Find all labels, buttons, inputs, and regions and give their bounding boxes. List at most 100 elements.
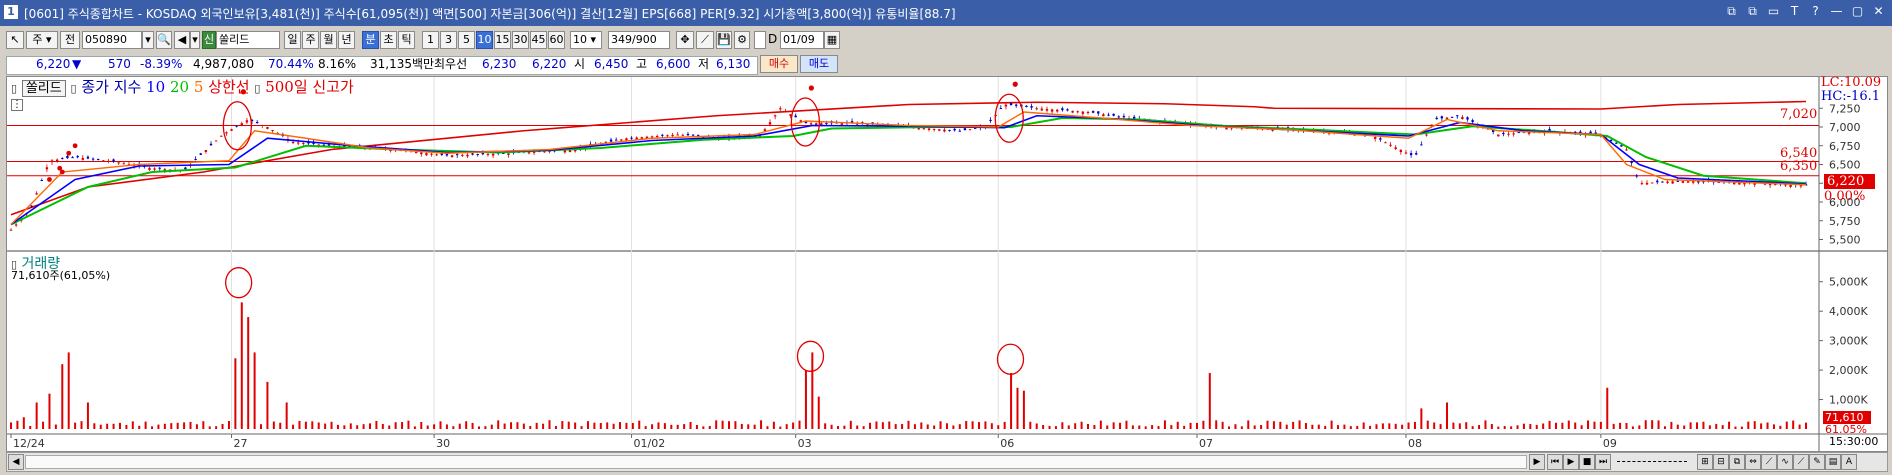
chart-area[interactable]: 7,2507,0006,7506,5006,2506,0005,7505,500…: [6, 75, 1888, 452]
stop-icon[interactable]: ■: [1579, 454, 1595, 470]
code-dropdown-icon[interactable]: ▾: [142, 31, 154, 49]
candle-body: [1112, 113, 1115, 116]
volume-bar: [1074, 423, 1077, 429]
crosshair-icon[interactable]: ✥: [676, 31, 694, 49]
candle-body: [1799, 185, 1803, 187]
legend-upper-limit[interactable]: 상한선: [208, 78, 249, 96]
interval-1[interactable]: 1: [422, 31, 439, 49]
interval-45[interactable]: 45: [530, 31, 547, 49]
chart-scrollbar[interactable]: ◀ ▶ ⏮ ▶ ■ ⏭ ⊞ ⊟ ⧉ ⇔ ⟋ ∿ ⟋ ✎ ▤ A: [6, 452, 1888, 472]
period-second[interactable]: 초: [380, 31, 397, 49]
candle-body: [927, 128, 931, 130]
candle-body: [50, 160, 54, 163]
compress-icon[interactable]: ⇔: [1745, 454, 1761, 470]
volume-bar: [869, 422, 872, 429]
text-icon[interactable]: A: [1841, 454, 1857, 470]
grid-toggle-icon[interactable]: ⋮: [11, 99, 23, 111]
sell-button[interactable]: 매도: [800, 55, 838, 73]
interval-3[interactable]: 3: [440, 31, 457, 49]
legend-ma5[interactable]: 5: [194, 78, 204, 96]
copy-icon[interactable]: ⧉: [1745, 4, 1760, 19]
count-select[interactable]: 10 ▾: [570, 31, 602, 49]
high-price: 6,600: [656, 57, 691, 71]
volume-bar: [131, 421, 134, 429]
volume-bar: [465, 421, 468, 429]
minimize-icon[interactable]: —: [1829, 4, 1844, 19]
period-month[interactable]: 월: [320, 31, 337, 49]
play-icon[interactable]: ▶: [1563, 454, 1579, 470]
period-tick[interactable]: 틱: [398, 31, 415, 49]
zoom-slider[interactable]: [1617, 461, 1687, 462]
market-select[interactable]: 주 ▾: [26, 31, 58, 49]
speaker-icon[interactable]: ◀: [174, 31, 190, 49]
interval-30[interactable]: 30: [512, 31, 529, 49]
line-tool-icon[interactable]: ⟋: [696, 31, 714, 49]
stock-name-tag[interactable]: 쏠리드: [21, 80, 66, 97]
search-icon[interactable]: 🔍: [156, 31, 172, 49]
volume-bar: [612, 423, 615, 429]
font-icon[interactable]: T: [1787, 4, 1802, 19]
legend-ma10[interactable]: 10: [146, 78, 165, 96]
date-checkbox[interactable]: [754, 31, 766, 49]
legend-new-high[interactable]: 500일 신고가: [265, 78, 354, 96]
volume-bar: [1766, 422, 1769, 429]
interval-5[interactable]: 5: [458, 31, 475, 49]
volume-bar: [477, 426, 480, 429]
chart-canvas[interactable]: 7,2507,0006,7506,5006,2506,0005,7505,500…: [7, 77, 1887, 451]
period-year[interactable]: 년: [338, 31, 355, 49]
speaker-dropdown-icon[interactable]: ▾: [190, 31, 200, 49]
volume-bar: [1016, 387, 1019, 429]
drawing-icon[interactable]: ✎: [1809, 454, 1825, 470]
interval-15[interactable]: 15: [494, 31, 511, 49]
trend-icon[interactable]: ⟋: [1793, 454, 1809, 470]
help-icon[interactable]: ?: [1808, 4, 1823, 19]
close-icon[interactable]: ✕: [1871, 4, 1886, 19]
maximize-icon[interactable]: ▢: [1850, 4, 1865, 19]
wave-icon[interactable]: ∿: [1777, 454, 1793, 470]
candle-body: [1399, 149, 1403, 153]
candle-body: [86, 156, 90, 159]
pointer-icon[interactable]: ↖: [6, 31, 24, 49]
volume-bar: [458, 423, 461, 429]
scroll-left-icon[interactable]: ◀: [8, 454, 24, 470]
period-week[interactable]: 주: [302, 31, 319, 49]
forward-icon[interactable]: ⏭: [1595, 454, 1611, 470]
volume-bar: [61, 364, 64, 429]
link-icon[interactable]: ⧉: [1724, 4, 1739, 19]
interval-10[interactable]: 10: [476, 31, 493, 49]
legend-ma20[interactable]: 20: [170, 78, 189, 96]
scroll-right-icon[interactable]: ▶: [1529, 454, 1545, 470]
settings-icon[interactable]: ⚙: [734, 31, 750, 49]
price-tick-label: 6,750: [1829, 140, 1861, 153]
candle-body: [1384, 142, 1387, 144]
stock-code-input[interactable]: 050890: [82, 31, 142, 49]
interval-60[interactable]: 60: [548, 31, 565, 49]
candle-body: [1061, 108, 1064, 111]
line-chart-icon[interactable]: ⟋: [1761, 454, 1777, 470]
volume-bar: [939, 421, 942, 429]
volume-bar: [86, 402, 89, 429]
candle-body: [491, 153, 495, 156]
zoom-in-icon[interactable]: ⊞: [1697, 454, 1713, 470]
legend-close-index[interactable]: 종가 지수: [81, 78, 141, 96]
candle-body: [1091, 111, 1095, 113]
hline-label-7020: 7,020: [1780, 107, 1818, 122]
fit-icon[interactable]: ⧉: [1729, 454, 1745, 470]
volume-bar: [971, 421, 974, 429]
detail-icon[interactable]: ▤: [1825, 454, 1841, 470]
scroll-track[interactable]: [25, 455, 1527, 469]
calendar-icon[interactable]: ▦: [824, 31, 840, 49]
legend-grip-icon[interactable]: ▯: [11, 82, 17, 95]
candle-body: [1394, 147, 1397, 149]
period-day[interactable]: 일: [284, 31, 301, 49]
rewind-icon[interactable]: ⏮: [1547, 454, 1563, 470]
zoom-out-icon[interactable]: ⊟: [1713, 454, 1729, 470]
save-icon[interactable]: 💾: [716, 31, 732, 49]
all-button[interactable]: 전: [60, 31, 80, 49]
buy-button[interactable]: 매수: [760, 55, 798, 73]
volume-bar: [1099, 420, 1102, 429]
date-input[interactable]: 01/09: [780, 31, 824, 49]
period-minute[interactable]: 분: [362, 31, 379, 49]
layout-icon[interactable]: ▭: [1766, 4, 1781, 19]
candle-body: [455, 154, 459, 156]
